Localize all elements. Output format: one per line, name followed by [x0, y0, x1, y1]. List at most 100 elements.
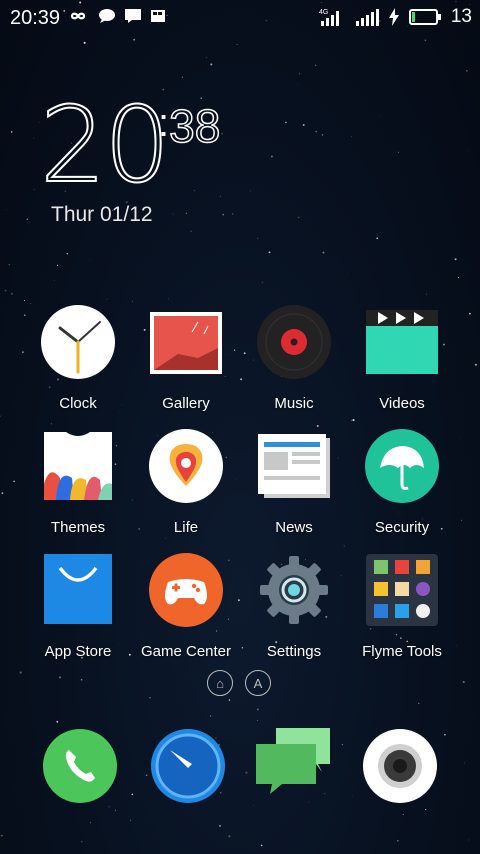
app-store-icon	[44, 554, 112, 624]
star	[418, 702, 420, 704]
app-gallery[interactable]: Gallery	[132, 304, 240, 412]
star	[56, 720, 59, 723]
star	[58, 676, 62, 679]
star	[316, 424, 319, 428]
page-indicator[interactable]: ⌂ A	[207, 670, 271, 696]
star	[132, 300, 133, 302]
a-page-dot[interactable]: A	[245, 670, 271, 696]
star	[298, 73, 301, 75]
star	[53, 279, 55, 281]
infinity-icon	[70, 12, 86, 20]
app-music[interactable]: Music	[240, 304, 348, 412]
star	[168, 298, 170, 300]
star	[351, 419, 353, 421]
star	[424, 39, 427, 42]
app-label: Flyme Tools	[362, 643, 442, 660]
star	[33, 137, 35, 139]
app-clock[interactable]: Clock	[24, 304, 132, 412]
star	[467, 151, 469, 153]
star	[145, 774, 148, 776]
dock-camera[interactable]	[362, 728, 438, 804]
star	[185, 212, 187, 214]
life-icon	[149, 429, 223, 503]
signal-bars-icon	[355, 9, 379, 26]
star	[118, 412, 120, 413]
security-icon	[365, 429, 439, 503]
dock-messages[interactable]	[256, 728, 332, 804]
star	[352, 419, 355, 422]
star	[23, 299, 26, 301]
app-label: Music	[274, 395, 314, 412]
status-time: 20:39	[10, 7, 61, 29]
clock-date: Thur 01/12	[51, 203, 153, 226]
status-bar: 20:39 4G 13	[0, 0, 480, 34]
star	[444, 733, 446, 736]
dock-phone[interactable]	[42, 728, 118, 804]
star	[106, 298, 108, 300]
star	[4, 289, 7, 292]
app-flyme-tools[interactable]: Flyme Tools	[348, 552, 456, 660]
app-videos[interactable]: Videos	[348, 304, 456, 412]
star	[322, 251, 325, 254]
network-type-label: 4G	[319, 9, 328, 16]
app-security[interactable]: Security	[348, 428, 456, 536]
star	[83, 41, 86, 44]
app-themes[interactable]: Themes	[24, 428, 132, 536]
gallery-icon	[150, 312, 222, 374]
clock-icon	[41, 305, 115, 379]
star	[81, 841, 83, 843]
app-app-store[interactable]: App Store	[24, 552, 132, 660]
star	[1, 834, 3, 837]
app-news[interactable]: News	[240, 428, 348, 536]
star	[376, 237, 379, 240]
star	[89, 822, 91, 824]
star	[222, 213, 225, 216]
messages-icon	[256, 728, 330, 794]
settings-icon	[260, 556, 328, 624]
star	[270, 155, 273, 158]
phone-icon	[43, 729, 117, 803]
app-label: Game Center	[140, 643, 232, 660]
app-label: Gallery	[162, 395, 210, 412]
star	[228, 835, 231, 838]
star	[108, 806, 110, 808]
app-label: Life	[173, 519, 199, 536]
star	[33, 189, 35, 190]
star	[257, 237, 259, 239]
star	[461, 519, 463, 521]
star	[228, 699, 231, 701]
app-game-center[interactable]: Game Center	[132, 552, 240, 660]
star	[464, 762, 466, 764]
app-label: Settings	[266, 643, 322, 660]
chat-bubble-icon	[99, 9, 115, 23]
star	[396, 839, 399, 842]
battery-percentage: 13	[450, 6, 472, 27]
star	[56, 264, 59, 266]
app-life[interactable]: Life	[132, 428, 240, 536]
star	[257, 720, 259, 721]
star	[468, 839, 470, 841]
star	[36, 752, 38, 753]
app-label: Themes	[50, 519, 106, 536]
star	[10, 131, 13, 133]
star	[256, 708, 259, 711]
star	[341, 744, 343, 746]
flyme-tools-icon	[366, 554, 438, 626]
camera-icon	[363, 729, 437, 803]
star	[165, 538, 166, 539]
star	[245, 771, 248, 774]
dock-browser[interactable]	[150, 728, 226, 804]
star	[469, 312, 471, 315]
sd-card-icon	[151, 10, 165, 22]
star	[250, 190, 251, 192]
home-page-dot[interactable]: ⌂	[207, 670, 233, 696]
clock-widget[interactable]: 20 :38 Thur 01/12	[39, 92, 221, 226]
app-settings[interactable]: Settings	[240, 552, 348, 660]
star	[253, 805, 254, 806]
app-label: App Store	[44, 643, 112, 660]
music-icon	[257, 305, 331, 379]
star	[50, 423, 52, 425]
star	[80, 679, 83, 681]
star	[315, 130, 318, 133]
star	[268, 251, 271, 254]
